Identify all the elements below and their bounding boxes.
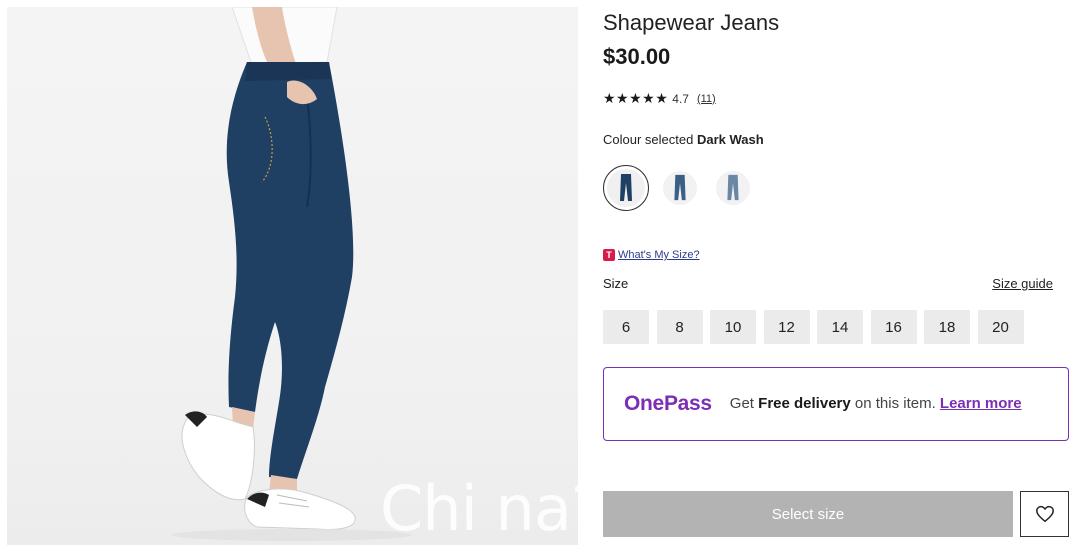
swatch-mid-wash[interactable] — [663, 171, 697, 205]
product-info-panel: Shapewear Jeans $30.00 ★★★★★ 4.7 (11) Co… — [603, 10, 1069, 537]
onepass-banner: OnePass Get Free delivery on this item. … — [603, 367, 1069, 441]
jeans-thumbnail-icon — [727, 174, 739, 201]
size-option-12[interactable]: 12 — [763, 310, 810, 344]
size-option-10[interactable]: 10 — [710, 310, 756, 344]
size-guide-link[interactable]: Size guide — [992, 276, 1053, 291]
colour-value: Dark Wash — [696, 132, 764, 147]
model-jeans-illustration — [172, 7, 412, 541]
size-option-14[interactable]: 14 — [817, 310, 863, 344]
onepass-text-after: on this item. — [850, 395, 940, 412]
size-label: Size — [603, 276, 629, 291]
size-header: Size Size guide — [603, 276, 1053, 291]
jeans-thumbnail-icon — [674, 174, 686, 201]
size-option-8[interactable]: 8 — [656, 310, 703, 344]
onepass-text-bold: Free delivery — [758, 395, 851, 412]
swatch-light-wash[interactable] — [716, 171, 750, 205]
learn-more-link[interactable]: Learn more — [940, 395, 1022, 412]
product-price: $30.00 — [603, 44, 671, 69]
size-option-16[interactable]: 16 — [870, 310, 917, 344]
heart-icon — [1035, 505, 1054, 523]
colour-selected: Colour selected Dark Wash — [603, 132, 764, 147]
jeans-thumbnail-icon — [620, 174, 632, 201]
size-option-6[interactable]: 6 — [603, 310, 649, 344]
size-option-18[interactable]: 18 — [924, 310, 970, 344]
size-options: 6 8 10 12 14 16 18 20 — [603, 310, 1031, 344]
review-count-link[interactable]: (11) — [697, 93, 716, 105]
colour-label: Colour selected — [603, 132, 694, 147]
wishlist-button[interactable] — [1020, 491, 1069, 537]
select-size-button[interactable]: Select size — [603, 491, 1013, 537]
product-title: Shapewear Jeans — [603, 10, 780, 35]
rating-value: 4.7 — [672, 91, 689, 106]
whats-my-size-link[interactable]: What's My Size? — [618, 249, 700, 261]
rating: ★★★★★ 4.7 (11) — [603, 90, 716, 107]
onepass-message: Get Free delivery on this item. Learn mo… — [730, 395, 1030, 413]
onepass-logo: OnePass — [624, 392, 712, 415]
size-option-20[interactable]: 20 — [977, 310, 1024, 344]
colour-swatches — [603, 165, 769, 211]
product-image[interactable] — [7, 7, 578, 545]
whats-my-size: T What's My Size? — [603, 249, 700, 261]
star-rating-icon: ★★★★★ — [603, 90, 669, 106]
t-badge-icon: T — [603, 249, 615, 261]
onepass-text-before: Get — [729, 395, 759, 412]
swatch-dark-wash[interactable] — [603, 165, 649, 211]
